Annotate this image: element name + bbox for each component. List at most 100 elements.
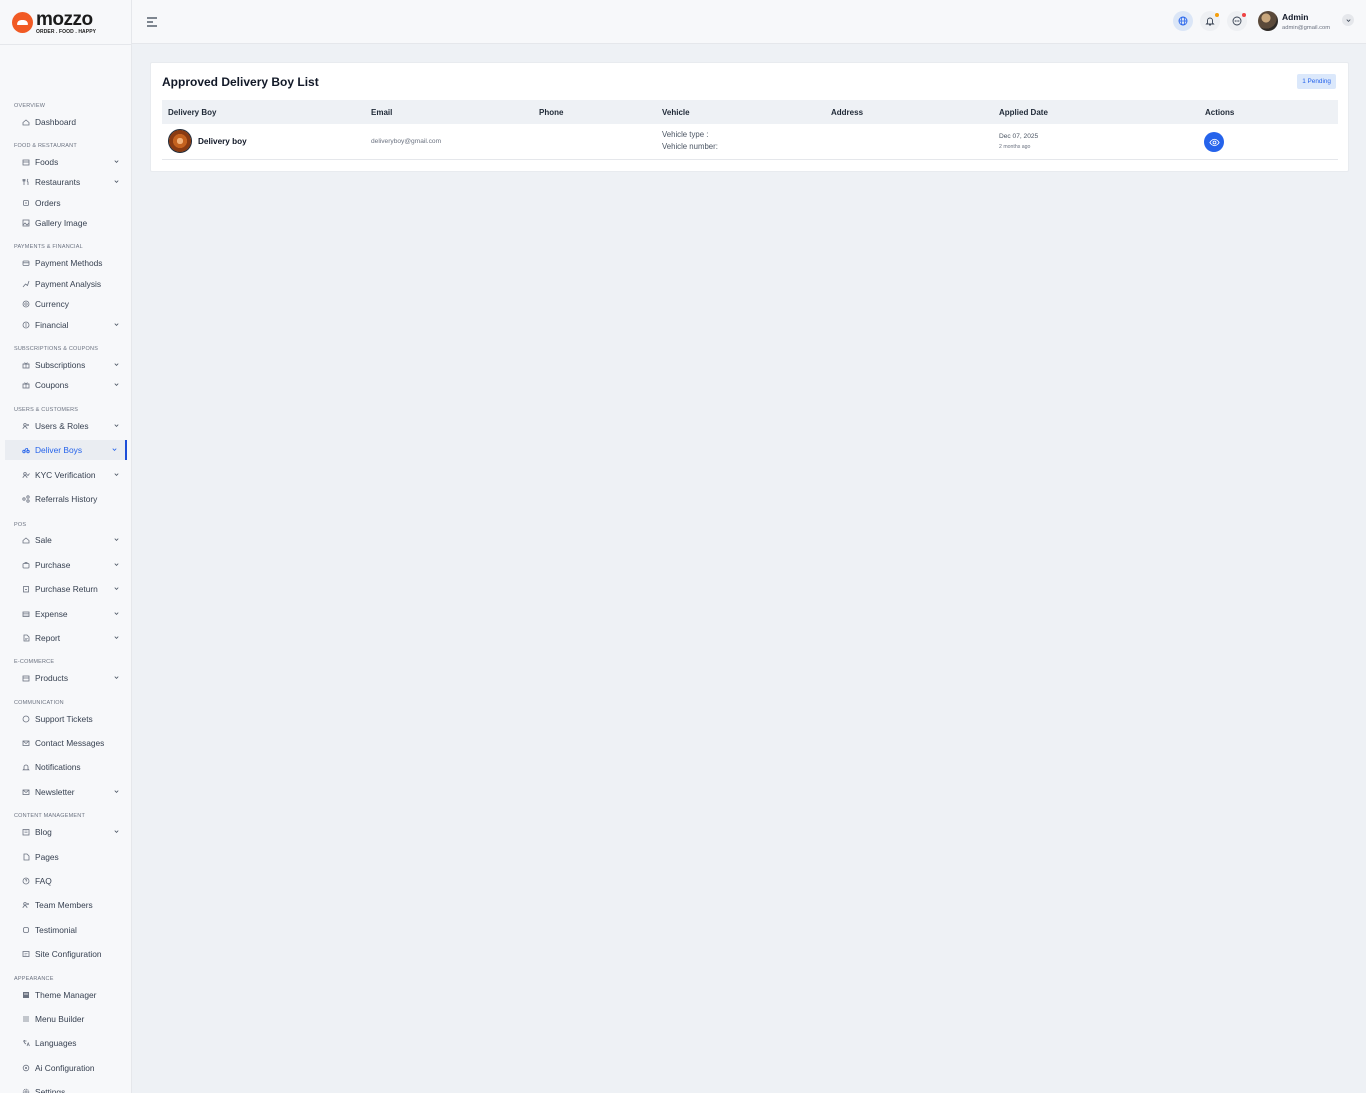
bag-icon <box>22 561 30 569</box>
chevron-down-icon <box>114 363 119 366</box>
brand-name: mozzo <box>36 8 93 30</box>
gift-icon <box>22 381 30 389</box>
logo-icon <box>12 11 33 33</box>
sidebar-item-gallery-image[interactable]: Gallery Image <box>5 213 127 233</box>
column-header-vehicle[interactable]: Vehicle <box>662 108 690 117</box>
sidebar-item-report[interactable]: Report <box>5 628 127 648</box>
sidebar-item-support-tickets[interactable]: Support Tickets <box>5 709 127 729</box>
sidebar-item-deliver-boys[interactable]: Deliver Boys <box>5 440 127 460</box>
sidebar-item-products[interactable]: Products <box>5 668 127 688</box>
sidebar-item-notifications[interactable]: Notifications <box>5 757 127 777</box>
sidebar-item-payment-methods[interactable]: Payment Methods <box>5 253 127 273</box>
sidebar-item-dashboard[interactable]: Dashboard <box>5 112 127 132</box>
chevron-down-icon <box>114 830 119 833</box>
chevron-down-icon <box>114 383 119 386</box>
sidebar-item-ai-configuration[interactable]: Ai Configuration <box>5 1058 127 1078</box>
sidebar-item-team-members[interactable]: Team Members <box>5 895 127 915</box>
chevron-down-icon <box>114 636 119 639</box>
sidebar-item-label: Purchase Return <box>35 584 98 594</box>
top-header: Admin admin@gmail.com <box>132 0 1366 44</box>
sidebar-section-label: PAYMENTS & FINANCIAL <box>14 244 83 250</box>
sidebar-item-orders[interactable]: Orders <box>5 193 127 213</box>
sidebar-item-purchase[interactable]: Purchase <box>5 555 127 575</box>
globe-icon <box>1178 16 1188 26</box>
user-email: admin@gmail.com <box>1282 25 1331 31</box>
menu-toggle-icon[interactable] <box>146 15 158 27</box>
chevron-down-icon <box>114 676 119 679</box>
sidebar-item-payment-analysis[interactable]: Payment Analysis <box>5 274 127 294</box>
table-row: Delivery boy deliveryboy@gmail.com Vehic… <box>162 124 1338 160</box>
sidebar-item-label: Languages <box>35 1038 77 1048</box>
sidebar-item-coupons[interactable]: Coupons <box>5 375 127 395</box>
home-icon <box>22 536 30 544</box>
chevron-down-icon <box>114 473 119 476</box>
applied-date: Dec 07, 2025 <box>999 133 1039 140</box>
notifications-button[interactable] <box>1200 11 1220 31</box>
column-header-delivery-boy[interactable]: Delivery Boy <box>168 108 216 117</box>
sidebar-section-label: COMMUNICATION <box>14 700 64 706</box>
sidebar-item-label: Restaurants <box>35 177 81 187</box>
column-header-address[interactable]: Address <box>831 108 863 117</box>
sidebar-item-kyc-verification[interactable]: KYC Verification <box>5 465 127 485</box>
brand-logo[interactable]: mozzo ORDER . FOOD . HAPPY <box>0 0 131 45</box>
sidebar-item-expense[interactable]: Expense <box>5 604 127 624</box>
sidebar-item-testimonial[interactable]: Testimonial <box>5 920 127 940</box>
sidebar-section-label: SUBSCRIPTIONS & COUPONS <box>14 346 99 352</box>
pending-badge[interactable]: 1 Pending <box>1297 74 1336 89</box>
home-icon <box>22 118 30 126</box>
messages-button[interactable] <box>1227 11 1247 31</box>
sidebar-item-label: Report <box>35 633 61 643</box>
wallet-icon <box>22 610 30 618</box>
sidebar-item-currency[interactable]: Currency <box>5 294 127 314</box>
sidebar-item-purchase-return[interactable]: Purchase Return <box>5 579 127 599</box>
help-icon <box>22 877 30 885</box>
user-menu-button[interactable] <box>1342 14 1354 26</box>
sidebar-item-blog[interactable]: Blog <box>5 822 127 842</box>
column-header-phone[interactable]: Phone <box>539 108 563 117</box>
view-button[interactable] <box>1204 132 1224 152</box>
column-header-applied-date[interactable]: Applied Date <box>999 108 1048 117</box>
language-button[interactable] <box>1173 11 1193 31</box>
blog-icon <box>22 828 30 836</box>
sidebar-section-label: USERS & CUSTOMERS <box>14 407 79 413</box>
sidebar-item-contact-messages[interactable]: Contact Messages <box>5 733 127 753</box>
chevron-down-icon <box>114 180 119 183</box>
sidebar-item-label: Deliver Boys <box>35 445 83 455</box>
users-icon <box>22 422 30 430</box>
chat-icon <box>1232 16 1242 26</box>
utensils-icon <box>22 178 30 186</box>
sidebar-item-referrals-history[interactable]: Referrals History <box>5 489 127 509</box>
box-icon <box>22 158 30 166</box>
sidebar-item-label: Financial <box>35 320 69 330</box>
mail-icon <box>22 788 30 796</box>
sidebar-item-label: Payment Methods <box>35 258 103 268</box>
sidebar-item-users-roles[interactable]: Users & Roles <box>5 416 127 436</box>
settings-icon <box>22 950 30 958</box>
sidebar-item-newsletter[interactable]: Newsletter <box>5 782 127 802</box>
sidebar-item-languages[interactable]: Languages <box>5 1033 127 1053</box>
card-icon <box>22 259 30 267</box>
delivery-boy-avatar <box>168 129 192 153</box>
sidebar-item-foods[interactable]: Foods <box>5 152 127 172</box>
sidebar-item-menu-builder[interactable]: Menu Builder <box>5 1009 127 1029</box>
sidebar-item-faq[interactable]: FAQ <box>5 871 127 891</box>
sidebar-item-financial[interactable]: Financial <box>5 315 127 335</box>
sidebar-item-label: Subscriptions <box>35 360 86 370</box>
sidebar-item-settings[interactable]: Settings <box>5 1082 127 1093</box>
sidebar-item-sale[interactable]: Sale <box>5 530 127 550</box>
ai-icon <box>22 1064 30 1072</box>
sidebar-item-pages[interactable]: Pages <box>5 847 127 867</box>
sidebar-item-restaurants[interactable]: Restaurants <box>5 172 127 192</box>
column-header-email[interactable]: Email <box>371 108 392 117</box>
palette-icon <box>22 991 30 999</box>
sidebar-item-label: Theme Manager <box>35 990 97 1000</box>
sidebar-item-theme-manager[interactable]: Theme Manager <box>5 985 127 1005</box>
user-name: Admin <box>1282 12 1309 22</box>
sidebar-item-subscriptions[interactable]: Subscriptions <box>5 355 127 375</box>
language-icon <box>22 1039 30 1047</box>
chevron-down-icon <box>114 538 119 541</box>
avatar[interactable] <box>1258 11 1278 31</box>
sidebar-item-site-configuration[interactable]: Site Configuration <box>5 944 127 964</box>
sidebar: mozzo ORDER . FOOD . HAPPY OVERVIEW FOOD … <box>0 0 132 1093</box>
sidebar-item-label: Products <box>35 673 69 683</box>
